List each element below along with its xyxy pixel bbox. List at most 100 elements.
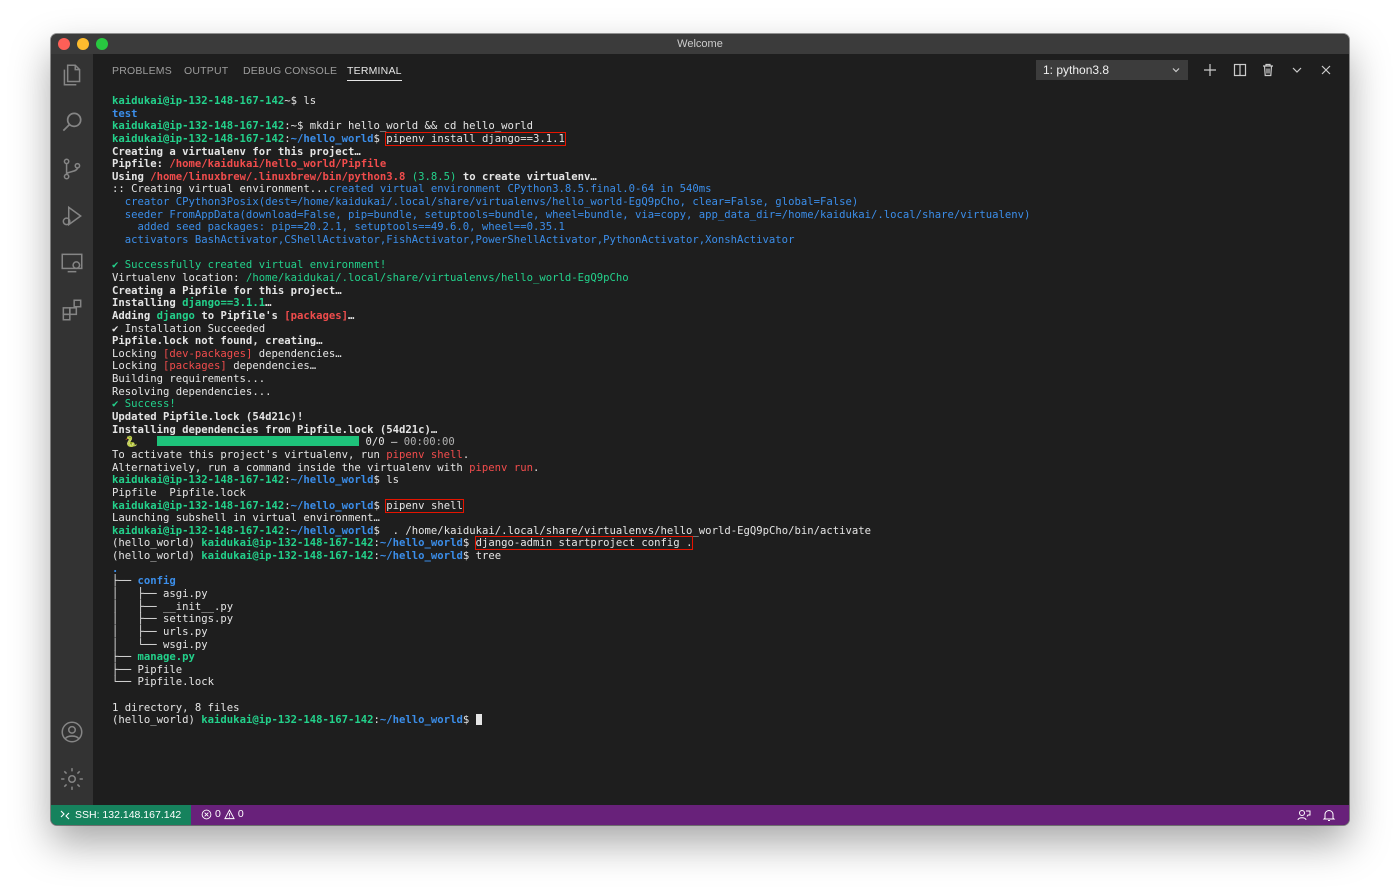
terminal-line: ├── Pipfile bbox=[112, 664, 1339, 677]
terminal-text: /home/kaidukai/.local/share/virtualenvs/… bbox=[245, 271, 629, 284]
terminal-text: $ ls bbox=[373, 474, 400, 487]
terminal-line: Using /home/linuxbrew/.linuxbrew/bin/pyt… bbox=[112, 171, 1339, 184]
terminal-line: Adding django to Pipfile's [packages]… bbox=[112, 310, 1339, 323]
terminal-text: $ bbox=[462, 714, 476, 727]
terminal-text: 00:00:00 bbox=[403, 436, 455, 449]
terminal-text: Using bbox=[112, 170, 151, 183]
terminal-line: kaidukai@ip-132-148-167-142:~/hello_worl… bbox=[112, 525, 1339, 538]
terminal-text: Installing dependencies from Pipfile.loc… bbox=[112, 423, 438, 436]
highlighted-command: pipenv shell bbox=[385, 498, 464, 513]
terminal-line: │ ├── urls.py bbox=[112, 626, 1339, 639]
source-control-icon[interactable] bbox=[59, 156, 85, 182]
terminal-line: │ ├── __init__.py bbox=[112, 601, 1339, 614]
account-icon[interactable] bbox=[59, 719, 85, 745]
terminal-text: Locking bbox=[112, 360, 164, 373]
terminal-line: Resolving dependencies... bbox=[112, 386, 1339, 399]
terminal-text: ~$ ls bbox=[284, 95, 317, 107]
terminal-text: ~/hello_world bbox=[379, 537, 463, 550]
terminal-line: 🐍 0/0 — 00:00:00 bbox=[112, 436, 1339, 449]
terminal-text: to create virtualenv… bbox=[456, 170, 597, 183]
close-window-button[interactable] bbox=[58, 38, 70, 50]
terminal-line: Pipfile.lock not found, creating… bbox=[112, 335, 1339, 348]
terminal-line: Alternatively, run a command inside the … bbox=[112, 462, 1339, 475]
settings-gear-icon[interactable] bbox=[59, 766, 85, 792]
run-debug-icon[interactable] bbox=[59, 203, 85, 229]
terminal-text: ~/hello_world bbox=[379, 550, 463, 563]
terminal-text: [packages] bbox=[284, 309, 349, 322]
install-progress-bar bbox=[157, 436, 360, 447]
terminal-line: │ ├── settings.py bbox=[112, 613, 1339, 626]
terminal-line: Locking [dev-packages] dependencies… bbox=[112, 348, 1339, 361]
feedback-icon[interactable] bbox=[1297, 808, 1311, 822]
terminal-text: $ bbox=[373, 499, 387, 512]
terminal-text: Virtualenv location: bbox=[112, 271, 246, 284]
terminal-text: … bbox=[348, 309, 355, 322]
terminal-text: kaidukai@ip-132-148-167-142 bbox=[201, 550, 374, 563]
terminal-text: Updated Pipfile.lock (54d21c)! bbox=[112, 411, 304, 424]
explorer-icon[interactable] bbox=[59, 62, 85, 88]
terminal-line: ✔ Successfully created virtual environme… bbox=[112, 259, 1339, 272]
terminal-line: creator CPython3Posix(dest=/home/kaiduka… bbox=[112, 196, 1339, 209]
terminal-line: kaidukai@ip-132-148-167-142:~/hello_worl… bbox=[112, 498, 1339, 513]
highlighted-command: django-admin startproject config . bbox=[474, 536, 694, 551]
terminal-line: ├── config bbox=[112, 575, 1339, 588]
terminal-text: dependencies… bbox=[252, 347, 342, 360]
error-count: 0 bbox=[215, 808, 221, 820]
split-terminal-icon[interactable] bbox=[1232, 62, 1248, 78]
terminal-text: Resolving dependencies... bbox=[112, 385, 272, 398]
title-bar: Welcome bbox=[51, 34, 1349, 54]
maximize-panel-chevron-icon[interactable] bbox=[1289, 62, 1305, 78]
search-icon[interactable] bbox=[59, 109, 85, 135]
extensions-icon[interactable] bbox=[59, 297, 85, 323]
terminal-line: test bbox=[112, 108, 1339, 121]
terminal-line: ├── manage.py bbox=[112, 651, 1339, 664]
terminal-text: ✔ Success! bbox=[112, 398, 176, 411]
terminal-selector-value: 1: python3.8 bbox=[1043, 63, 1110, 77]
terminal-text: ~/hello_world bbox=[290, 132, 374, 145]
terminal-line: To activate this project's virtualenv, r… bbox=[112, 449, 1339, 462]
terminal-text: kaidukai@ip-132-148-167-142 bbox=[112, 524, 285, 537]
terminal-text: added seed packages: pip==20.2.1, setupt… bbox=[112, 221, 565, 234]
terminal-line: kaidukai@ip-132-148-167-142:~$ mkdir hel… bbox=[112, 120, 1339, 133]
terminal-text: Creating a virtualenv for this project… bbox=[112, 145, 361, 158]
tab-terminal[interactable]: TERMINAL bbox=[347, 65, 402, 81]
remote-indicator[interactable]: SSH: 132.148.167.142 bbox=[51, 805, 191, 825]
tab-problems[interactable]: PROBLEMS bbox=[112, 65, 172, 77]
terminal-text: to Pipfile's bbox=[194, 309, 285, 322]
terminal-text: (3.8.5) bbox=[405, 170, 457, 183]
tab-debug-console[interactable]: DEBUG CONSOLE bbox=[243, 65, 337, 77]
trash-icon[interactable] bbox=[1260, 62, 1276, 78]
tab-output[interactable]: OUTPUT bbox=[184, 65, 228, 77]
new-terminal-icon[interactable] bbox=[1202, 62, 1218, 78]
problems-indicator[interactable]: 0 0 bbox=[201, 808, 244, 820]
close-panel-icon[interactable] bbox=[1318, 62, 1334, 78]
terminal-text: Pipfile.lock not found, creating… bbox=[112, 335, 323, 348]
terminal-text: (hello_world) bbox=[112, 714, 202, 727]
terminal-line: . bbox=[112, 563, 1339, 576]
terminal-text: . bbox=[112, 562, 119, 575]
terminal-text: kaidukai@ip-132-148-167-142 bbox=[112, 120, 285, 133]
remote-explorer-icon[interactable] bbox=[59, 250, 85, 276]
terminal-text: $ bbox=[462, 537, 476, 550]
vscode-window: Welcome PROBLEMS OUTPUT DEBUG CONSOLE TE… bbox=[51, 34, 1349, 825]
terminal-selector[interactable]: 1: python3.8 bbox=[1036, 60, 1188, 80]
terminal-line: Creating a Pipfile for this project… bbox=[112, 285, 1339, 298]
terminal-text: ~/hello_world bbox=[290, 524, 374, 537]
minimize-window-button[interactable] bbox=[77, 38, 89, 50]
notifications-bell-icon[interactable] bbox=[1322, 808, 1336, 822]
terminal-text: kaidukai@ip-132-148-167-142 bbox=[112, 474, 285, 487]
zoom-window-button[interactable] bbox=[96, 38, 108, 50]
terminal-text: Launching subshell in virtual environmen… bbox=[112, 512, 380, 525]
terminal-text: … bbox=[265, 297, 272, 310]
terminal-line: activators BashActivator,CShellActivator… bbox=[112, 234, 1339, 247]
terminal-text: Adding bbox=[112, 309, 157, 322]
terminal-line: ✔ Installation Succeeded bbox=[112, 323, 1339, 336]
terminal-text: │ ├── settings.py bbox=[112, 613, 234, 626]
terminal-output[interactable]: kaidukai@ip-132-148-167-142~$ ls test kaid… bbox=[112, 95, 1339, 803]
error-icon bbox=[201, 809, 212, 819]
terminal-text: (hello_world) bbox=[112, 537, 202, 550]
terminal-text: . bbox=[462, 448, 470, 461]
terminal-text: └── Pipfile.lock bbox=[112, 676, 215, 689]
